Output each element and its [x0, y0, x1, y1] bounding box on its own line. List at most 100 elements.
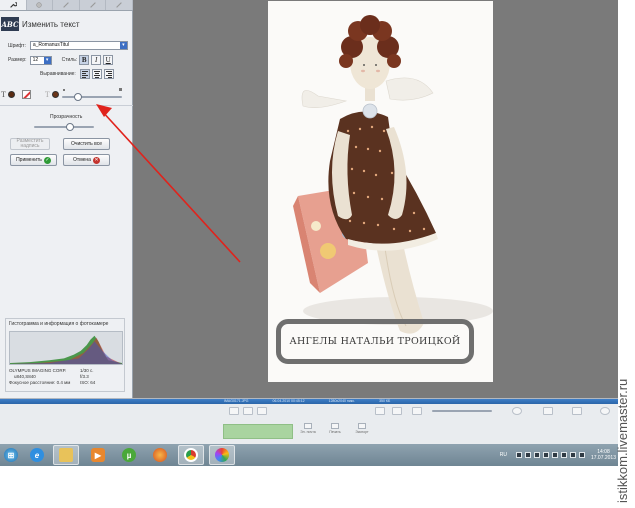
taskbar-ie[interactable]: e [24, 445, 50, 465]
envelope-icon [304, 423, 312, 429]
histogram-graph [9, 331, 123, 365]
divider [0, 105, 133, 106]
info-icon[interactable] [600, 407, 610, 415]
edit-icon[interactable] [572, 407, 582, 415]
tab-effects-2[interactable] [80, 0, 107, 10]
outline-color-swatch[interactable] [51, 91, 59, 98]
status-strip: IMAG0171.JPG 06.04.2010 00:45:12 1280x20… [0, 399, 618, 404]
no-fill-icon[interactable] [21, 90, 31, 99]
cancel-button[interactable]: Отмена ✕ [63, 154, 110, 166]
photo-canvas[interactable]: АНГЕЛЫ НАТАЛЬИ ТРОИЦКОЙ [268, 1, 493, 382]
status-filename: IMAG0171.JPG [224, 399, 249, 403]
font-row: Шрифт: a_RomanusTitul ▾ [8, 41, 128, 50]
cancel-label: Отмена [73, 156, 91, 163]
taskbar-firefox[interactable] [147, 445, 173, 465]
underline-button[interactable]: U [103, 55, 114, 65]
email-button[interactable]: Эл. почта [296, 423, 320, 434]
italic-button[interactable]: I [91, 55, 102, 65]
share-button[interactable] [223, 424, 293, 439]
grid-view-icon[interactable] [375, 407, 385, 415]
apply-button[interactable]: Применить ✓ [10, 154, 57, 166]
opacity-slider[interactable] [34, 126, 94, 128]
bottom-toolbar: IMAG0171.JPG 06.04.2010 00:45:12 1280x20… [0, 398, 618, 444]
picasa-icon [215, 448, 229, 462]
flag-icon[interactable] [569, 452, 576, 458]
utorrent-icon: µ [122, 448, 136, 462]
clear-all-button[interactable]: Очистить все [63, 138, 110, 150]
windows-logo-icon: ⊞ [4, 448, 18, 462]
clock-date: 17.07.2013 [590, 455, 616, 461]
sun-icon [36, 2, 43, 8]
taskbar-explorer[interactable] [53, 445, 79, 465]
align-center-button[interactable] [91, 69, 102, 79]
language-indicator[interactable]: RU [500, 452, 507, 458]
font-value: a_RomanusTitul [32, 42, 70, 48]
histogram-title: Гистограмма и информация о фотокамере [9, 321, 109, 327]
photo-caption-frame: АНГЕЛЫ НАТАЛЬИ ТРОИЦКОЙ [276, 319, 474, 364]
outline-size-slider[interactable] [62, 96, 122, 98]
clock[interactable]: 14:08 17.07.2013 [591, 449, 616, 461]
tray-icon[interactable] [524, 452, 531, 458]
export-button[interactable]: Экспорт [350, 423, 374, 434]
text-color-glyph: T [1, 90, 6, 99]
color-row: T T [1, 90, 59, 99]
align-left-button[interactable] [79, 69, 90, 79]
size-select[interactable]: 12 ▾ [29, 55, 52, 65]
taskbar-media-player[interactable]: ▶ [85, 445, 111, 465]
tab-effects-3[interactable] [106, 0, 133, 10]
folder-icon [59, 448, 73, 462]
bold-button[interactable]: B [79, 55, 90, 65]
panel-header: ABC Изменить текст [1, 17, 80, 31]
start-button[interactable]: ⊞ [0, 445, 24, 465]
location-icon[interactable] [543, 407, 553, 415]
camera-make: OLYMPUS IMAGING CORP. [9, 368, 67, 373]
font-select[interactable]: a_RomanusTitul ▾ [29, 41, 128, 50]
place-text-button[interactable]: Разместить надпись [10, 138, 50, 150]
status-filesize: 350 КБ [379, 399, 391, 403]
status-date: 06.04.2010 00:45:12 [272, 399, 305, 403]
people-icon[interactable] [512, 407, 522, 415]
size-label: Размер: [8, 57, 27, 63]
apply-label: Применить [16, 156, 42, 163]
wrench-icon [10, 2, 17, 8]
edit-panel: ABC Изменить текст Шрифт: a_RomanusTitul… [0, 0, 133, 398]
internet-explorer-icon: e [30, 448, 44, 462]
tab-tuning[interactable] [27, 0, 54, 10]
print-button[interactable]: Печать [323, 423, 347, 434]
outline-color-glyph: T [44, 90, 50, 99]
tab-effects-1[interactable] [53, 0, 80, 10]
taskbar-chrome[interactable] [178, 445, 204, 465]
tray-icon[interactable] [578, 452, 585, 458]
outline-size-thumb[interactable] [74, 93, 82, 101]
zoom-out-icon[interactable] [412, 407, 422, 415]
taskbar-picasa[interactable] [209, 445, 235, 465]
rotate-left-icon[interactable] [243, 407, 253, 415]
style-label: Стиль: [61, 57, 78, 63]
play-icon: ▶ [91, 448, 105, 462]
tray-icon[interactable] [533, 452, 540, 458]
opacity-thumb[interactable] [66, 123, 74, 131]
volume-icon[interactable] [560, 452, 567, 458]
site-watermark: istikkom.livemaster.ru [615, 378, 630, 503]
align-row: Выравнивание: [40, 69, 114, 79]
export-label: Экспорт [355, 430, 369, 434]
list-view-icon[interactable] [392, 407, 402, 415]
export-icon [358, 423, 366, 429]
view-icon[interactable] [229, 407, 239, 415]
text-color-swatch[interactable] [7, 91, 15, 98]
taskbar-utorrent[interactable]: µ [116, 445, 142, 465]
aperture-value: f/3.3 [80, 374, 89, 379]
align-right-button[interactable] [103, 69, 114, 79]
tab-basic-fixes[interactable] [0, 0, 27, 10]
rotate-right-icon[interactable] [257, 407, 267, 415]
text-tool-icon: ABC [1, 17, 19, 31]
print-label: Печать [329, 430, 341, 434]
chrome-icon [184, 448, 198, 462]
focal-length: Фокусное расстояние: 0.4 мм [9, 380, 71, 385]
zoom-slider[interactable] [432, 410, 492, 412]
camera-model: u840,S840 [14, 374, 36, 379]
tray-icon[interactable] [542, 452, 549, 458]
tray-icon[interactable] [515, 452, 522, 458]
network-icon[interactable] [551, 452, 558, 458]
slider-tick-max [119, 88, 122, 91]
